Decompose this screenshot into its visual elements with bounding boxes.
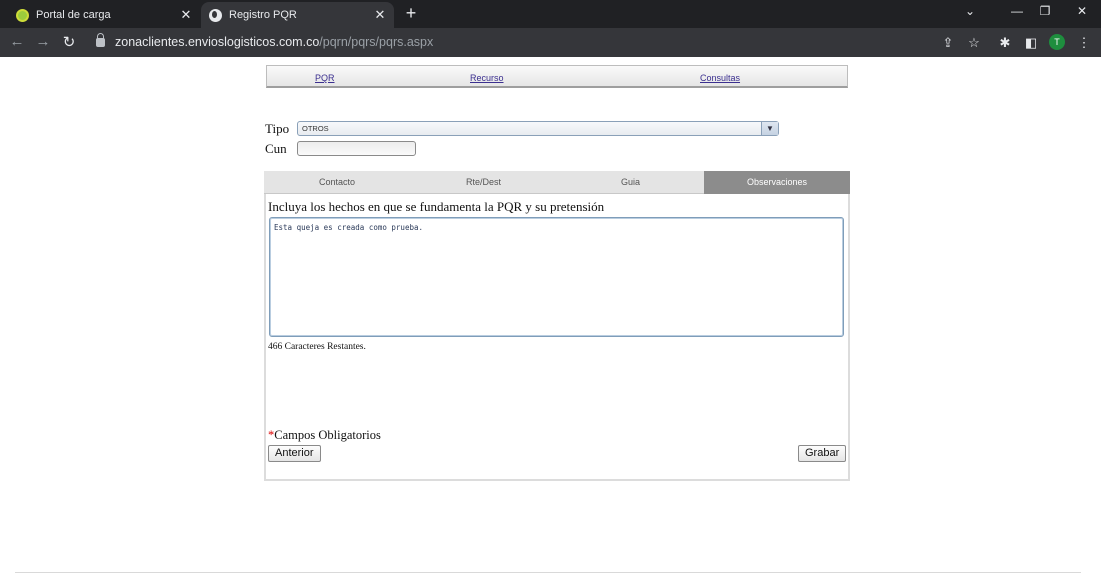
tab-label: Portal de carga: [36, 9, 111, 21]
anterior-button[interactable]: Anterior: [268, 445, 321, 462]
dropdown-arrow-icon[interactable]: ▼: [761, 122, 778, 135]
side-panel-icon[interactable]: ◧: [1023, 35, 1039, 51]
required-text: Campos Obligatorios: [274, 428, 381, 442]
menu-kebab-icon[interactable]: ⋮: [1076, 35, 1092, 51]
tipo-select[interactable]: OTROS ▼: [297, 121, 779, 136]
browser-toolbar: ← → ↻ zonaclientes.envioslogisticos.com.…: [0, 28, 1101, 57]
tab-contacto[interactable]: Contacto: [264, 171, 410, 194]
new-tab-plus-icon[interactable]: +: [401, 3, 421, 24]
observaciones-textarea[interactable]: Esta queja es creada como prueba.: [269, 217, 844, 337]
bookmark-star-icon[interactable]: ☆: [966, 35, 982, 51]
panel-tabs: Contacto Rte/Dest Guia Observaciones: [264, 171, 850, 194]
lock-icon: [96, 32, 105, 47]
required-fields-note: *Campos Obligatorios: [268, 428, 381, 443]
url-host: zonaclientes.envioslogisticos.com.co: [115, 35, 320, 49]
share-icon[interactable]: ⇪: [940, 35, 956, 51]
forward-arrow-icon[interactable]: →: [34, 33, 52, 50]
grabar-button[interactable]: Grabar: [798, 445, 847, 462]
tab-label: Registro PQR: [229, 9, 297, 21]
minimize-icon[interactable]: —: [1007, 4, 1027, 18]
extensions-puzzle-icon[interactable]: ✱: [997, 35, 1013, 51]
profile-avatar[interactable]: T: [1049, 34, 1065, 50]
cun-label: Cun: [265, 141, 287, 156]
back-arrow-icon[interactable]: ←: [8, 33, 26, 50]
menu-link-pqr[interactable]: PQR: [315, 73, 335, 83]
site-favicon-icon: [16, 8, 29, 22]
remaining-characters: 466 Caracteres Restantes.: [268, 342, 366, 352]
tipo-label: Tipo: [265, 121, 290, 136]
reload-icon[interactable]: ↻: [60, 33, 78, 51]
url-path: /pqrn/pqrs/pqrs.aspx: [319, 35, 434, 49]
menu-link-consultas[interactable]: Consultas: [700, 73, 740, 83]
tab-portal-de-carga[interactable]: Portal de carga ✕: [8, 2, 200, 28]
tab-rte-dest[interactable]: Rte/Dest: [410, 171, 557, 194]
menu-link-recurso[interactable]: Recurso: [470, 73, 504, 83]
window-close-icon[interactable]: ✕: [1072, 4, 1092, 18]
address-bar[interactable]: zonaclientes.envioslogisticos.com.co/pqr…: [88, 31, 858, 53]
tab-search-chevron-icon[interactable]: ⌄: [960, 4, 980, 18]
divider: [15, 572, 1081, 573]
top-menu: PQR Recurso Consultas: [266, 65, 848, 88]
cun-input[interactable]: [297, 141, 416, 156]
globe-icon: [209, 8, 222, 22]
instructions-text: Incluya los hechos en que se fundamenta …: [268, 199, 605, 214]
tab-guia[interactable]: Guia: [557, 171, 704, 194]
tipo-selected-value: OTROS: [302, 124, 329, 133]
close-icon[interactable]: ✕: [178, 7, 194, 23]
restore-icon[interactable]: ❐: [1035, 4, 1055, 18]
tab-registro-pqr[interactable]: Registro PQR ✕: [201, 2, 394, 28]
browser-tab-strip: Portal de carga ✕ Registro PQR ✕ + ⌄ — ❐…: [0, 0, 1101, 28]
tab-observaciones[interactable]: Observaciones: [704, 171, 850, 194]
close-icon[interactable]: ✕: [372, 7, 388, 23]
